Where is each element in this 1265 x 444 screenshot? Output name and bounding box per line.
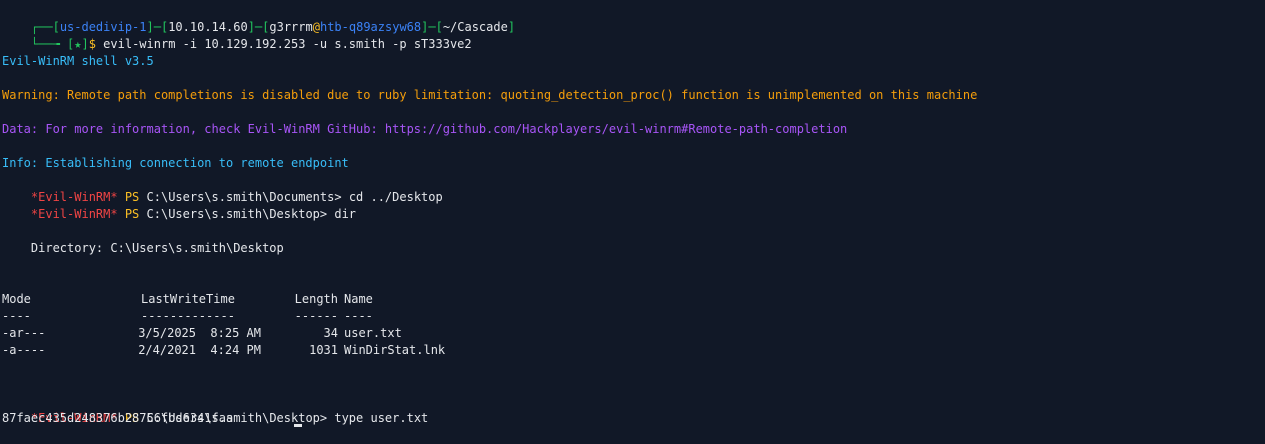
shell-command: evil-winrm -i 10.129.192.253 -u s.smith … [103,37,472,51]
column-underline: ------ [294,309,338,323]
data-message: Data: For more information, check Evil-W… [2,122,848,136]
info-message: Info: Establishing connection to remote … [2,156,349,170]
ps-prompt-line: *Evil-WinRM* PS C:\Users\s.smith\Desktop… [2,189,356,221]
ps-prompt-line: *Evil-WinRM* PS C:\Users\s.smith\Desktop… [2,393,428,425]
evil-winrm-tag: *Evil-WinRM* [30,207,118,221]
column-header-lastwritetime: LastWriteTime [141,292,235,306]
table-row-time: 8:25 AM [210,326,261,340]
column-underline: ---- [344,309,373,323]
directory-heading: Directory: C:\Users\s.smith\Desktop [2,241,284,255]
ps-label: PS [117,207,147,221]
column-header-length: Length [294,292,338,306]
column-underline: ------------- [141,309,235,323]
ps-prompt-line: *Evil-WinRM* PS C:\Users\s.smith\Documen… [2,172,443,204]
table-row-date: 2/4/2021 [138,343,196,357]
table-row-length: 34 [323,326,338,340]
column-header-mode: Mode [2,292,31,306]
table-row-time: 4:24 PM [210,343,261,357]
prompt-star: [★] [67,37,89,51]
column-underline: ---- [2,309,31,323]
table-row-name: WinDirStat.lnk [344,343,446,357]
table-row-mode: -a---- [2,343,46,357]
ps-command: cd ../Desktop [348,190,443,204]
prompt-corner-bottom: └──╼ [30,37,68,51]
table-row-date: 3/5/2025 [138,326,196,340]
warning-message: Warning: Remote path completions is disa… [2,88,978,102]
version-message: Evil-WinRM shell v3.5 [2,54,154,68]
terminal-window[interactable]: ┌──[us-dedivip-1]─[10.10.14.60]─[g3rrrm@… [0,0,1265,429]
ps-command: dir [334,207,357,221]
table-row-name: user.txt [344,326,402,340]
column-header-name: Name [344,292,373,306]
shell-prompt-header: ┌──[us-dedivip-1]─[10.10.14.60]─[g3rrrm@… [2,2,515,34]
terminal-cursor[interactable] [294,424,302,427]
ps-command: type user.txt [334,411,429,425]
prompt-dollar: $ [88,37,104,51]
table-row-mode: -ar--- [2,326,46,340]
command-output: 87faec435d248376b28756fbd6341faa [2,411,234,425]
shell-command-line: └──╼ [★]$ evil-winrm -i 10.129.192.253 -… [2,19,472,51]
table-row-length: 1031 [309,343,338,357]
prompt-close: ] [507,20,516,34]
ps-path: C:\Users\s.smith\Desktop> [146,207,335,221]
